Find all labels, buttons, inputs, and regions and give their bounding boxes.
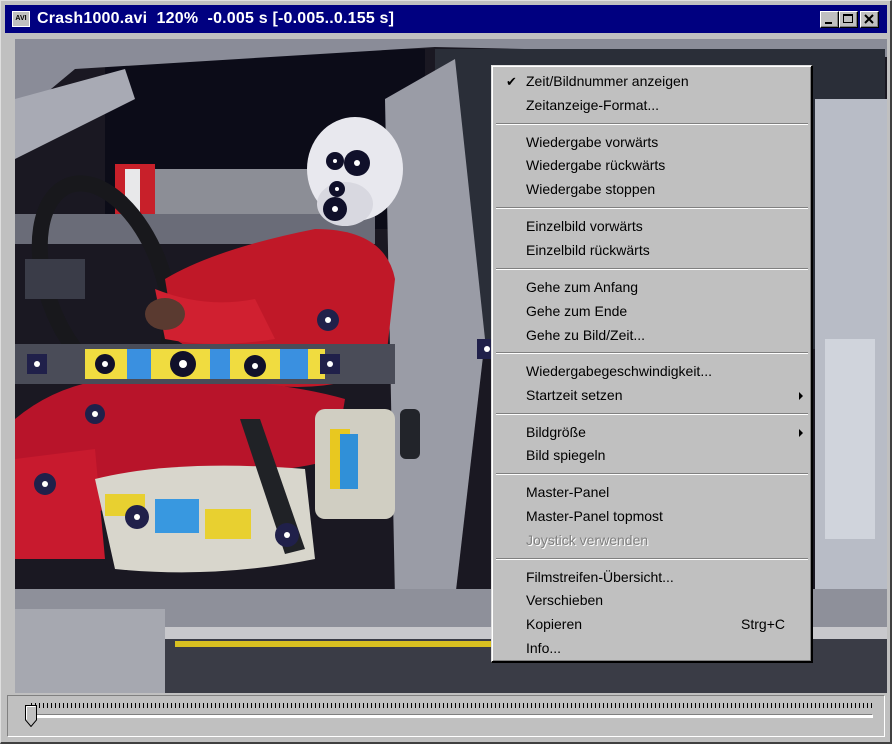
minimize-button[interactable] <box>820 11 839 28</box>
context-menu: ✔ Zeit/Bildnummer anzeigen Zeitanzeige-F… <box>491 65 813 663</box>
menu-item-playback-speed[interactable]: Wiedergabegeschwindigkeit... <box>495 360 811 383</box>
copy-shortcut: Strg+C <box>741 616 785 632</box>
menu-item-time-format[interactable]: Zeitanzeige-Format... <box>495 94 811 117</box>
menu-item-go-to-frame-time[interactable]: Gehe zu Bild/Zeit... <box>495 324 811 347</box>
checkmark-icon: ✔ <box>506 74 517 89</box>
video-window: AVI Crash1000.avi 120% -0.005 s [-0.005.… <box>0 0 892 744</box>
menu-item-frame-forward[interactable]: Einzelbild vorwärts <box>495 215 811 238</box>
submenu-arrow-icon <box>799 392 803 400</box>
menu-item-copy[interactable]: Kopieren Strg+C <box>495 613 811 636</box>
window-title: Crash1000.avi 120% -0.005 s [-0.005..0.1… <box>37 10 395 27</box>
menu-item-play-backward[interactable]: Wiedergabe rückwärts <box>495 154 811 177</box>
menu-item-set-start-time[interactable]: Startzeit setzen <box>495 384 811 407</box>
menu-item-play-forward[interactable]: Wiedergabe vorwärts <box>495 131 811 154</box>
menu-item-go-to-start[interactable]: Gehe zum Anfang <box>495 276 811 299</box>
menu-separator <box>496 123 808 125</box>
menu-separator <box>496 558 808 560</box>
menu-item-use-joystick: Joystick verwenden <box>526 532 649 548</box>
slider-ticks <box>31 703 873 708</box>
menu-item-filmstrip-overview[interactable]: Filmstreifen-Übersicht... <box>495 566 811 589</box>
close-button[interactable] <box>860 11 879 28</box>
minimize-icon <box>825 22 832 24</box>
menu-separator <box>496 268 808 270</box>
menu-separator <box>496 473 808 475</box>
menu-item-master-panel[interactable]: Master-Panel <box>495 481 811 504</box>
menu-separator <box>496 413 808 415</box>
maximize-button[interactable] <box>839 11 858 28</box>
title-bar[interactable]: AVI Crash1000.avi 120% -0.005 s [-0.005.… <box>5 5 887 33</box>
slider-thumb[interactable] <box>25 705 37 727</box>
menu-item-info[interactable]: Info... <box>495 637 811 660</box>
maximize-icon <box>843 14 853 23</box>
menu-item-go-to-end[interactable]: Gehe zum Ende <box>495 300 811 323</box>
menu-item-stop-playback[interactable]: Wiedergabe stoppen <box>495 178 811 201</box>
menu-item-mirror-image[interactable]: Bild spiegeln <box>495 444 811 467</box>
menu-item-image-size[interactable]: Bildgröße <box>495 421 811 444</box>
submenu-arrow-icon <box>799 429 803 437</box>
timeline-slider[interactable] <box>7 695 889 741</box>
menu-item-master-panel-topmost[interactable]: Master-Panel topmost <box>495 505 811 528</box>
app-icon[interactable]: AVI <box>12 11 30 27</box>
menu-separator <box>496 207 808 209</box>
menu-item-show-time-framenumber[interactable]: ✔ Zeit/Bildnummer anzeigen <box>495 70 811 93</box>
close-icon <box>864 14 874 24</box>
slider-track[interactable] <box>25 714 873 718</box>
menu-item-frame-backward[interactable]: Einzelbild rückwärts <box>495 239 811 262</box>
menu-separator <box>496 352 808 354</box>
menu-item-move[interactable]: Verschieben <box>495 589 811 612</box>
